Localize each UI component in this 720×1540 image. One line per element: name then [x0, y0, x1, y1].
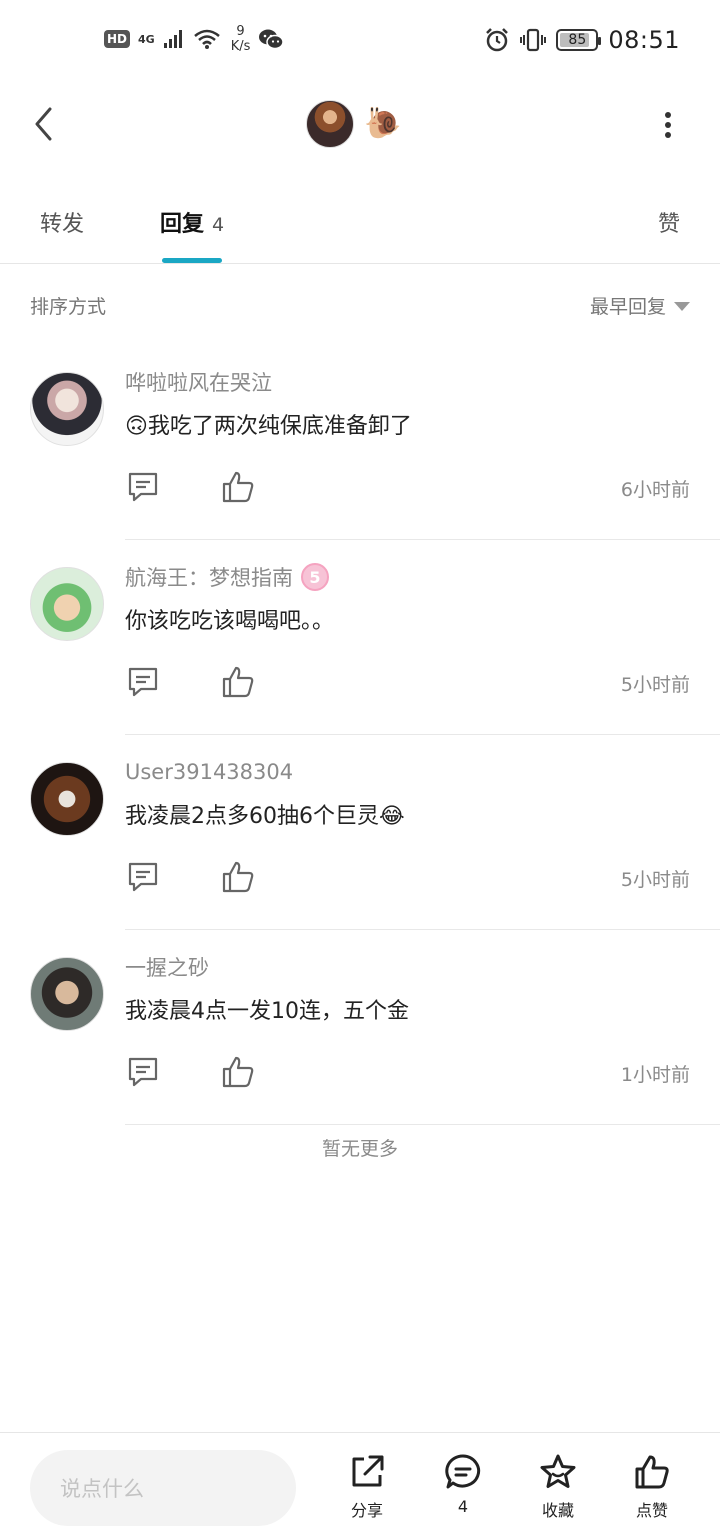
active-tab-indicator [162, 258, 222, 263]
more-dot [665, 112, 671, 118]
like-button[interactable]: 点赞 [617, 1453, 687, 1521]
comment-author[interactable]: 一握之砂 [125, 950, 690, 984]
author-name: User391438304 [125, 760, 294, 784]
more-dot [665, 122, 671, 128]
tab-reply[interactable]: 回复 4 [160, 206, 224, 238]
status-bar: HD 4G 9 K/s 85 08:51 [0, 0, 720, 84]
comment-input-placeholder: 说点什么 [60, 1477, 144, 1501]
avatar[interactable] [30, 567, 104, 641]
comment-text[interactable]: 我凌晨2点多60抽6个巨灵😂 [125, 797, 690, 831]
bottom-bar: 说点什么 分享 4 收藏 点赞 [0, 1432, 720, 1540]
top-header: 🐌 [0, 84, 720, 164]
comment-bubble-icon [445, 1454, 481, 1489]
header-user[interactable]: 🐌 [306, 100, 401, 148]
snail-emoji: 🐌 [364, 106, 402, 141]
comment-time: 5小时前 [620, 869, 690, 891]
thumbs-up-icon[interactable] [220, 859, 256, 895]
author-name: 一握之砂 [125, 956, 209, 980]
divider [125, 1124, 720, 1125]
net-speed: 9 K/s [231, 24, 251, 54]
hd-badge: HD [104, 30, 131, 48]
avatar[interactable] [30, 372, 104, 446]
thumbs-up-icon[interactable] [220, 469, 256, 505]
star-icon [540, 1454, 576, 1488]
comment-actions: 6小时前 [125, 469, 690, 505]
wechat-icon [259, 29, 285, 50]
comment-item: 哗啦啦风在哭泣 🙃我吃了两次纯保底准备卸了 6小时前 [0, 345, 720, 540]
share-label: 分享 [350, 1501, 383, 1520]
reply-icon[interactable] [125, 469, 161, 505]
comment-time: 5小时前 [620, 674, 690, 696]
comment-item: 一握之砂 我凌晨4点一发10连，五个金 1小时前 [0, 930, 720, 1125]
comment-author[interactable]: 哗啦啦风在哭泣 [125, 365, 690, 399]
like-label: 点赞 [635, 1501, 668, 1520]
tab-bar: 转发 回复 4 赞 [0, 190, 720, 264]
comment-text[interactable]: 我凌晨4点一发10连，五个金 [125, 992, 690, 1026]
reply-icon[interactable] [125, 859, 161, 895]
thumbs-up-icon[interactable] [220, 1054, 256, 1090]
status-right: 85 08:51 [484, 26, 680, 54]
sort-row: 排序方式 最早回复 [30, 290, 690, 320]
signal-icon [163, 30, 182, 48]
comment-item: 航海王：梦想指南 5 你该吃吃该喝喝吧。。 5小时前 [0, 540, 720, 735]
comment-count: 4 [457, 1497, 469, 1516]
comment-actions: 5小时前 [125, 859, 690, 895]
comment-body: 一握之砂 我凌晨4点一发10连，五个金 1小时前 [125, 950, 690, 1090]
sort-value: 最早回复 [589, 295, 666, 318]
net-speed-unit: K/s [230, 39, 251, 54]
sort-label: 排序方式 [30, 295, 107, 318]
comment-body: 航海王：梦想指南 5 你该吃吃该喝喝吧。。 5小时前 [125, 560, 690, 700]
level-badge: 5 [301, 563, 329, 591]
chevron-left-icon [35, 107, 52, 141]
comment-list: 哗啦啦风在哭泣 🙃我吃了两次纯保底准备卸了 6小时前 航海王：梦想指南 5 你该吃… [0, 345, 720, 1125]
tab-reply-label: 回复 [160, 212, 205, 237]
comment-actions: 5小时前 [125, 664, 690, 700]
alarm-icon [486, 28, 509, 52]
comment-actions: 1小时前 [125, 1054, 690, 1090]
thumbs-up-icon [635, 1455, 669, 1489]
comment-input[interactable]: 说点什么 [30, 1450, 296, 1526]
author-name: 哗啦啦风在哭泣 [125, 371, 272, 395]
wifi-icon [193, 29, 220, 49]
tab-like[interactable]: 赞 [658, 206, 680, 238]
thumbs-up-icon[interactable] [220, 664, 256, 700]
favorite-label: 收藏 [541, 1501, 574, 1520]
author-name: 航海王：梦想指南 [125, 566, 293, 590]
battery-icon: 85 [556, 29, 602, 51]
battery-percent: 85 [568, 32, 587, 48]
no-more-text: 暂无更多 [321, 1138, 398, 1160]
avatar[interactable] [30, 957, 104, 1031]
header-avatar[interactable] [306, 100, 354, 148]
comment-item: User391438304 我凌晨2点多60抽6个巨灵😂 5小时前 [0, 735, 720, 930]
more-button[interactable] [656, 108, 680, 142]
status-left: HD 4G 9 K/s [104, 24, 285, 54]
back-button[interactable] [24, 104, 64, 144]
favorite-button[interactable]: 收藏 [523, 1453, 593, 1521]
comment-text[interactable]: 你该吃吃该喝喝吧。。 [125, 602, 690, 636]
vibrate-icon [520, 28, 547, 52]
tab-forward[interactable]: 转发 [40, 206, 84, 238]
comment-button[interactable]: 4 [428, 1453, 498, 1516]
comment-time: 6小时前 [620, 479, 690, 501]
more-dot [665, 132, 671, 138]
reply-icon[interactable] [125, 664, 161, 700]
comment-text[interactable]: 🙃我吃了两次纯保底准备卸了 [125, 407, 690, 441]
comment-body: User391438304 我凌晨2点多60抽6个巨灵😂 5小时前 [125, 755, 690, 895]
clock: 08:51 [608, 26, 680, 54]
net-speed-value: 9 [236, 24, 245, 39]
tab-reply-count: 4 [212, 214, 225, 236]
comment-body: 哗啦啦风在哭泣 🙃我吃了两次纯保底准备卸了 6小时前 [125, 365, 690, 505]
share-button[interactable]: 分享 [332, 1453, 402, 1521]
share-icon [352, 1455, 384, 1487]
comment-author[interactable]: 航海王：梦想指南 5 [125, 560, 690, 594]
network-type: 4G [138, 32, 155, 46]
comment-time: 1小时前 [620, 1064, 690, 1086]
reply-icon[interactable] [125, 1054, 161, 1090]
sort-dropdown[interactable]: 最早回复 [590, 292, 690, 319]
caret-down-icon [674, 301, 690, 311]
comment-author[interactable]: User391438304 [125, 755, 690, 789]
avatar[interactable] [30, 762, 104, 836]
